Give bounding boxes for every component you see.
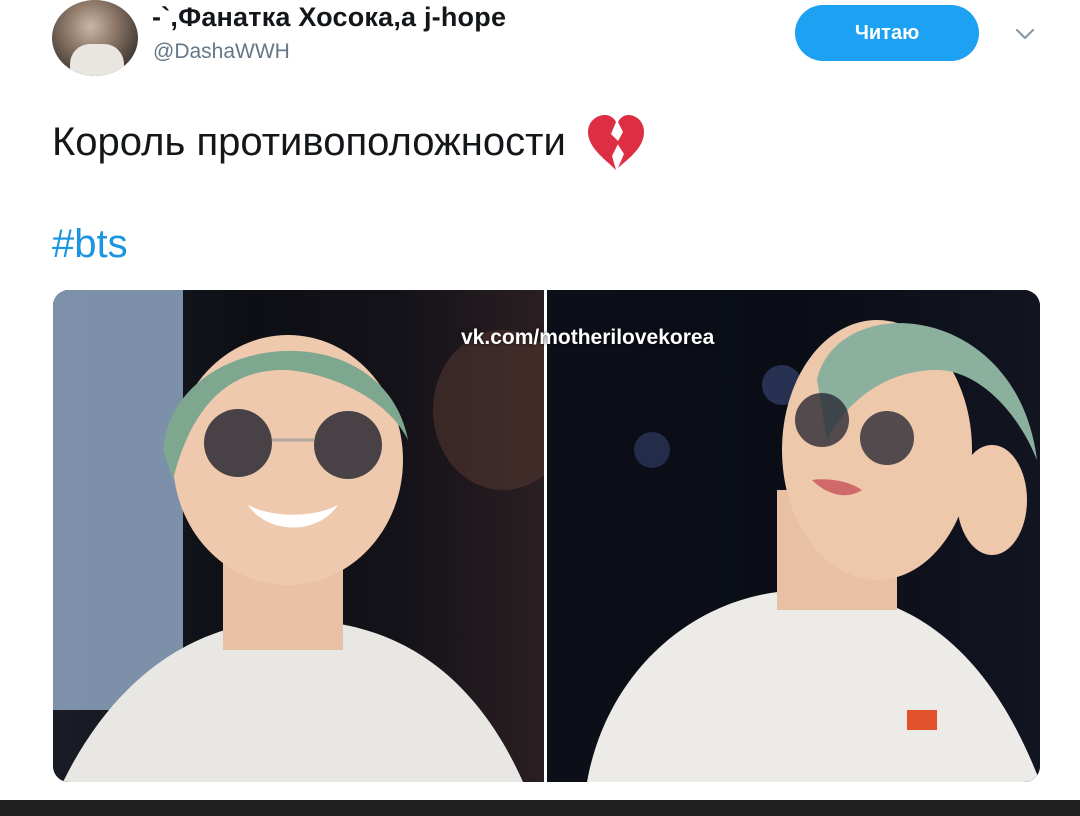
chevron-down-icon[interactable]: [1012, 22, 1038, 46]
watermark: vk.com/motherilovekorea: [461, 326, 715, 349]
tweet-text-content: Король противоположности: [52, 119, 566, 164]
hashtag-link[interactable]: #bts: [52, 222, 128, 267]
tweet-text: Король противоположности: [52, 112, 648, 172]
follow-button[interactable]: Читаю: [795, 5, 979, 61]
photo-right[interactable]: [547, 290, 1040, 782]
broken-heart-icon: [584, 112, 648, 172]
avatar-shirt: [70, 44, 124, 76]
avatar[interactable]: [52, 0, 138, 76]
bottom-bar: [0, 800, 1080, 816]
photo-left[interactable]: [53, 290, 544, 782]
user-handle[interactable]: @DashaWWH: [153, 40, 290, 64]
media-container[interactable]: vk.com/motherilovekorea: [53, 290, 1040, 782]
display-name[interactable]: -`,Фанатка Хосока,а j-hope: [152, 2, 506, 33]
